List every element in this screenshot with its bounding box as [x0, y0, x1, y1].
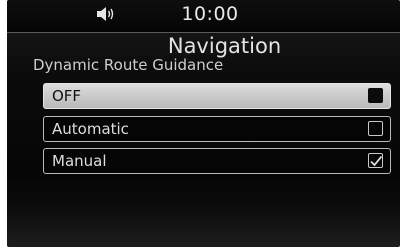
- screen: 10:00 Navigation Dynamic Route Guidance …: [7, 0, 400, 247]
- page-title: Navigation: [167, 34, 282, 58]
- option-manual[interactable]: Manual: [43, 148, 391, 174]
- speaker-volume-icon[interactable]: [95, 5, 115, 23]
- checkbox[interactable]: [368, 121, 383, 136]
- clock: 10:00: [181, 3, 239, 25]
- page-subtitle: Dynamic Route Guidance: [33, 56, 224, 74]
- bottom-gradient: [7, 207, 400, 247]
- option-off[interactable]: OFF: [43, 83, 391, 109]
- option-label: Automatic: [52, 120, 129, 138]
- checkmark-icon: [370, 155, 383, 167]
- checkbox[interactable]: [368, 88, 383, 103]
- status-bar: 10:00: [7, 0, 400, 33]
- option-label: OFF: [52, 87, 82, 105]
- option-automatic[interactable]: Automatic: [43, 116, 391, 142]
- checkbox[interactable]: [368, 153, 383, 168]
- option-label: Manual: [52, 152, 107, 170]
